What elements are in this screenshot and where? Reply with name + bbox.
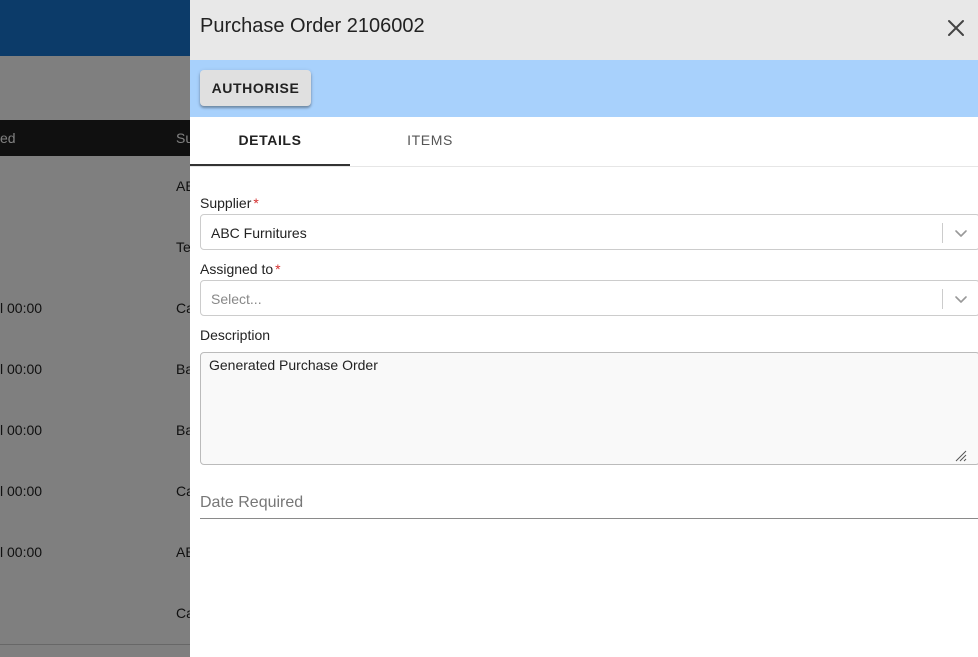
- required-marker: *: [253, 195, 259, 211]
- date-required-placeholder: Date Required: [200, 494, 304, 511]
- tab-items[interactable]: ITEMS: [350, 117, 510, 165]
- assigned-to-label: Assigned to *: [200, 261, 281, 277]
- resize-handle-icon[interactable]: [953, 448, 967, 462]
- description-label: Description: [200, 327, 271, 343]
- required-marker: *: [275, 261, 281, 277]
- tab-details[interactable]: DETAILS: [190, 117, 350, 166]
- action-bar: AUTHORISE: [190, 60, 978, 117]
- purchase-order-drawer: Purchase Order 2106002 AUTHORISE DETAILS…: [190, 0, 978, 657]
- assigned-to-label-text: Assigned to: [200, 261, 274, 277]
- close-button[interactable]: [942, 14, 970, 42]
- select-separator: [942, 289, 943, 309]
- chevron-down-icon[interactable]: [951, 223, 971, 243]
- select-separator: [942, 223, 943, 243]
- supplier-label-text: Supplier: [200, 195, 252, 211]
- chevron-down-icon[interactable]: [951, 289, 971, 309]
- description-value: Generated Purchase Order: [209, 357, 378, 373]
- supplier-label: Supplier *: [200, 195, 259, 211]
- assigned-to-placeholder: Select...: [211, 291, 262, 307]
- drawer-title: Purchase Order 2106002: [200, 15, 425, 37]
- date-required-field[interactable]: Date Required: [200, 486, 978, 519]
- close-icon: [948, 20, 964, 36]
- tab-bar: DETAILS ITEMS: [190, 117, 978, 167]
- authorise-button[interactable]: AUTHORISE: [200, 70, 311, 106]
- drawer-header: Purchase Order 2106002: [190, 0, 978, 60]
- assigned-to-select[interactable]: Select...: [200, 280, 978, 316]
- description-textarea[interactable]: Generated Purchase Order: [200, 352, 978, 465]
- supplier-select-value: ABC Furnitures: [211, 225, 307, 241]
- supplier-select[interactable]: ABC Furnitures: [200, 214, 978, 250]
